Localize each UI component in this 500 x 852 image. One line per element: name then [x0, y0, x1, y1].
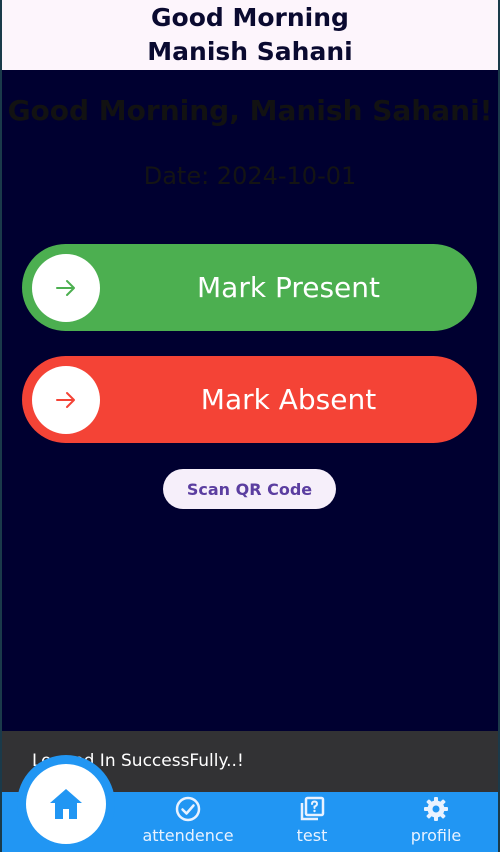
- app-bar-title-line1: Good Morning: [151, 3, 349, 32]
- quiz-icon: [300, 796, 325, 821]
- home-icon: [50, 789, 82, 819]
- scan-qr-button[interactable]: Scan QR Code: [163, 469, 336, 509]
- mark-present-label: Mark Present: [197, 271, 380, 304]
- nav-item-test[interactable]: test: [250, 792, 374, 852]
- arrow-right-icon: [56, 392, 75, 408]
- nav-item-label: profile: [410, 826, 462, 845]
- arrow-right-icon: [56, 280, 75, 296]
- date-text: Date: 2024-10-01: [143, 162, 357, 190]
- app-bar: Good Morning Manish Sahani: [2, 0, 498, 70]
- gear-icon: [424, 797, 448, 821]
- nav-item-attendence[interactable]: attendence: [126, 792, 250, 852]
- mark-present-slider[interactable]: Mark Present: [22, 244, 477, 331]
- app-bar-title-line2: Manish Sahani: [147, 37, 353, 66]
- greeting-text: Good Morning, Manish Sahani!: [7, 94, 493, 127]
- mark-present-knob[interactable]: [32, 254, 100, 322]
- mark-absent-slider[interactable]: Mark Absent: [22, 356, 477, 443]
- mark-absent-label: Mark Absent: [200, 383, 377, 416]
- check-circle-icon: [175, 796, 201, 822]
- app-frame: Good Morning Manish Sahani Good Morning,…: [2, 0, 498, 852]
- nav-item-profile[interactable]: profile: [374, 792, 498, 852]
- nav-item-label: attendence: [142, 826, 234, 845]
- nav-item-home[interactable]: [26, 764, 106, 844]
- mark-absent-knob[interactable]: [32, 366, 100, 434]
- nav-item-label: test: [296, 826, 328, 845]
